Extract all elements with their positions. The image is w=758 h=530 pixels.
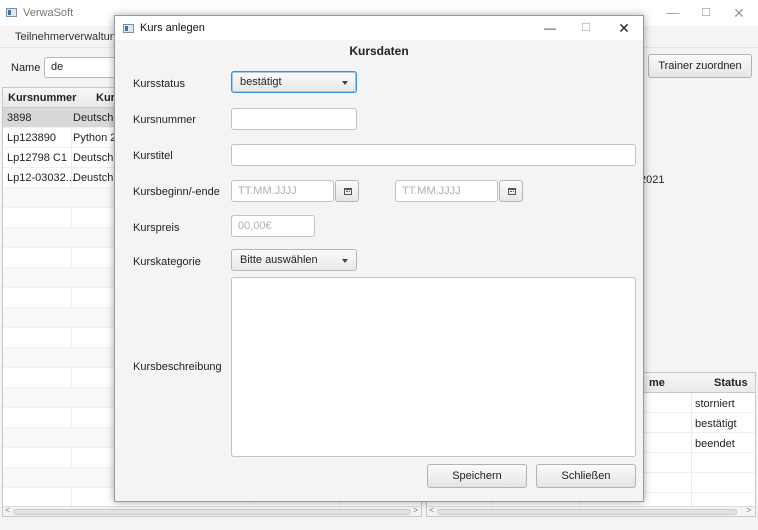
trainer-zuordnen-button[interactable]: Trainer zuordnen	[648, 54, 752, 78]
table-cell: Deustchk	[73, 172, 119, 184]
kurskategorie-label: Kurskategorie	[133, 256, 201, 268]
maximize-icon[interactable]: ☐	[688, 4, 724, 22]
kurspreis-input[interactable]: 00,00€	[231, 215, 315, 237]
dialog-title: Kurs anlegen	[140, 22, 205, 34]
status-cell: bestätigt	[695, 418, 737, 430]
scrollbar-thumb[interactable]	[13, 509, 411, 515]
chevron-down-icon	[342, 259, 348, 263]
chevron-down-icon	[342, 81, 348, 85]
kursbeginn-ende-label: Kursbeginn/-ende	[133, 186, 220, 198]
horizontal-scrollbar[interactable]: < >	[427, 505, 755, 516]
column-header-kursnummer[interactable]: Kursnummer	[8, 92, 76, 104]
horizontal-scrollbar[interactable]: < >	[3, 505, 421, 516]
kursende-date-input[interactable]: TT.MM.JJJJ	[395, 180, 498, 202]
kursstatus-value: bestätigt	[240, 76, 282, 88]
kurstitel-input[interactable]	[231, 144, 636, 166]
close-icon[interactable]: ✕	[609, 18, 639, 38]
kurstitel-label: Kurstitel	[133, 150, 173, 162]
schliessen-button[interactable]: Schließen	[536, 464, 636, 488]
minimize-icon[interactable]: —	[655, 4, 691, 22]
main-window-title: VerwaSoft	[23, 7, 74, 19]
table-cell: Deutschk	[73, 112, 119, 124]
kursstatus-label: Kursstatus	[133, 78, 185, 90]
kursbeginn-date-input[interactable]: TT.MM.JJJJ	[231, 180, 334, 202]
scroll-right-icon[interactable]: >	[746, 505, 751, 515]
section-title: Kursdaten	[349, 44, 409, 58]
menu-teilnehmerverwaltung[interactable]: Teilnehmerverwaltung	[15, 31, 122, 43]
kursstatus-select[interactable]: bestätigt	[231, 71, 357, 93]
scrollbar-thumb[interactable]	[437, 509, 737, 515]
minimize-icon[interactable]: —	[535, 18, 565, 38]
table-cell: Python 2	[73, 132, 117, 144]
close-icon[interactable]: ✕	[721, 4, 757, 22]
status-cell: beendet	[695, 438, 735, 450]
kursbeginn-placeholder: TT.MM.JJJJ	[238, 185, 297, 197]
kurskategorie-select[interactable]: Bitte auswählen	[231, 249, 357, 271]
table-cell: Lp123890	[7, 132, 56, 144]
calendar-icon	[508, 188, 516, 195]
kurspreis-placeholder: 00,00€	[238, 220, 272, 232]
kursnummer-input[interactable]	[231, 108, 357, 130]
maximize-icon[interactable]: ☐	[571, 18, 601, 38]
filter-name-input[interactable]: de	[44, 57, 124, 78]
table-cell: Deutschk	[73, 152, 119, 164]
kursende-placeholder: TT.MM.JJJJ	[402, 185, 461, 197]
kurspreis-label: Kurspreis	[133, 222, 180, 234]
kursende-calendar-button[interactable]	[499, 180, 523, 202]
calendar-icon	[344, 188, 352, 195]
table-cell: Lp12-03032...	[7, 172, 75, 184]
scroll-right-icon[interactable]: >	[413, 505, 418, 515]
kursbeginn-calendar-button[interactable]	[335, 180, 359, 202]
status-cell: storniert	[695, 398, 735, 410]
kursbeschreibung-textarea[interactable]	[231, 277, 636, 457]
scroll-left-icon[interactable]: <	[429, 505, 434, 515]
app-icon	[6, 8, 17, 17]
filter-name-label: Name	[11, 62, 41, 74]
table-cell: 3898	[7, 112, 32, 124]
kursbeschreibung-label: Kursbeschreibung	[133, 361, 222, 373]
column-header-name[interactable]: me	[649, 377, 665, 389]
kurskategorie-value: Bitte auswählen	[240, 254, 318, 266]
kurs-anlegen-dialog: Kurs anlegen — ☐ ✕ Kursdaten Kursstatus …	[114, 15, 644, 502]
column-header-status[interactable]: Status	[714, 377, 748, 389]
scroll-left-icon[interactable]: <	[5, 505, 10, 515]
kursnummer-label: Kursnummer	[133, 114, 196, 126]
speichern-button[interactable]: Speichern	[427, 464, 527, 488]
dialog-titlebar[interactable]: Kurs anlegen — ☐ ✕	[115, 16, 643, 40]
table-cell: Lp12798 C1	[7, 152, 67, 164]
app-icon	[123, 24, 134, 33]
